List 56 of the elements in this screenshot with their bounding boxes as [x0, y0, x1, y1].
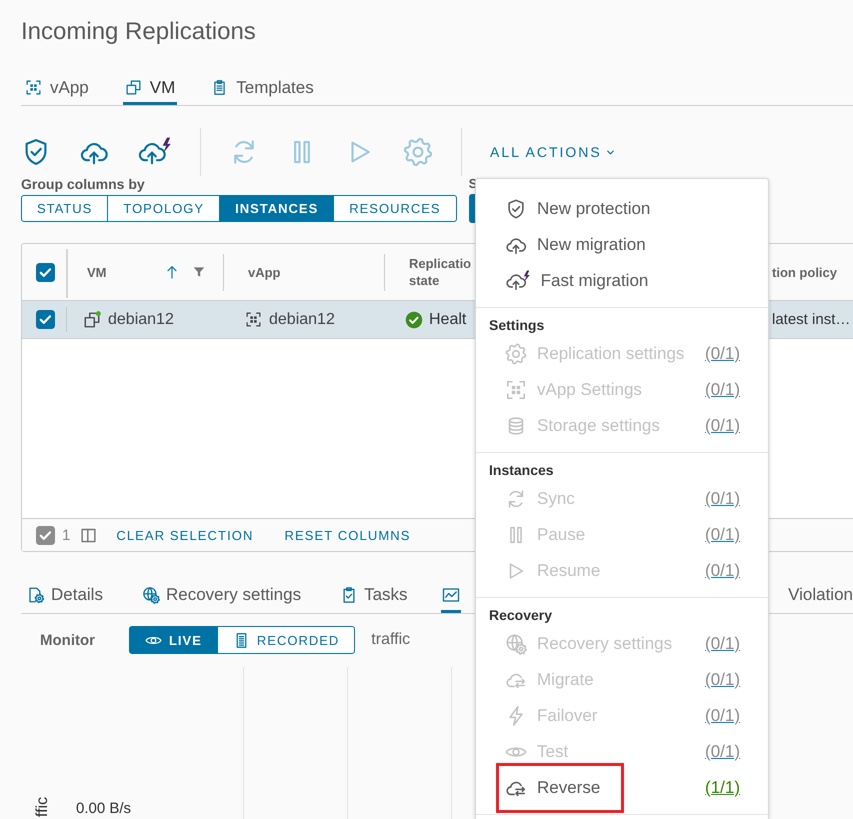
all-actions-button[interactable]: ALL ACTIONS — [490, 144, 616, 160]
columns-icon[interactable] — [80, 526, 98, 544]
globe-gear-icon — [505, 633, 527, 655]
group-by-option[interactable]: INSTANCES — [219, 195, 334, 222]
menu-section-title: Recovery — [488, 606, 554, 625]
menu-item[interactable]: New protection — [505, 191, 650, 227]
globe-gear-icon — [142, 586, 160, 604]
column-header[interactable]: VM — [87, 264, 106, 280]
detail-tab[interactable]: Tasks — [334, 576, 414, 613]
view-tab[interactable]: Templates — [209, 70, 316, 105]
filter-icon[interactable] — [192, 265, 206, 279]
cloud-upload-bolt-icon — [505, 270, 531, 292]
grid-icon — [25, 79, 42, 96]
mode-option[interactable]: LIVE — [128, 626, 218, 654]
count-link[interactable]: (1/1) — [705, 778, 740, 798]
cloud-upload-bolt-icon — [137, 137, 172, 167]
detail-tab[interactable]: Recovery settings — [136, 576, 308, 613]
column-header[interactable]: tion policy — [772, 264, 837, 280]
line-chart-icon — [442, 586, 460, 604]
axis-tick-label: 0.00 B/s — [76, 800, 132, 817]
grid-icon — [245, 311, 262, 328]
axis-title: ffic — [34, 796, 52, 818]
grid-icon — [505, 379, 527, 401]
menu-item[interactable]: New migration — [505, 227, 646, 263]
detail-tab[interactable]: Violation — [782, 576, 853, 613]
row-checkbox[interactable] — [36, 310, 55, 329]
toolbar-button[interactable] — [137, 137, 172, 167]
group-by-option[interactable]: TOPOLOGY — [107, 195, 220, 222]
reset-columns-button[interactable]: RESET COLUMNS — [284, 528, 411, 542]
view-tab[interactable]: VM — [122, 70, 178, 105]
document-gear-icon — [27, 586, 45, 604]
selected-count: 1 — [62, 526, 70, 544]
menu-section-title: Instances — [488, 461, 555, 480]
detail-tab[interactable]: Details — [21, 576, 109, 613]
clear-selection-button[interactable]: CLEAR SELECTION — [116, 528, 254, 542]
policy-text: latest inst… — [772, 311, 850, 328]
group-by-option[interactable]: RESOURCES — [333, 195, 457, 222]
settings-icon — [505, 343, 527, 365]
menu-section-title: Settings — [488, 316, 546, 335]
settings-icon — [403, 137, 433, 167]
vapp-name: debian12 — [269, 310, 335, 328]
view-tab[interactable]: vApp — [23, 70, 91, 105]
column-header[interactable]: vApp — [248, 264, 280, 280]
menu-item[interactable]: Fast migration — [505, 263, 648, 299]
mode-option[interactable]: RECORDED — [216, 626, 356, 654]
monitor-label: Monitor — [40, 632, 95, 648]
metric-label: traffic — [371, 631, 410, 649]
replication-state: Healt — [429, 310, 466, 328]
vm-name: debian12 — [108, 310, 174, 328]
checkbox-icon — [36, 526, 55, 544]
page-title: Incoming Replications — [21, 17, 257, 47]
select-all-checkbox[interactable] — [36, 262, 55, 282]
group-by-label: Group columns by — [21, 176, 146, 192]
menu-item[interactable]: Reverse — [505, 770, 600, 806]
overlapping-squares-icon — [124, 79, 142, 96]
group-by-option[interactable]: STATUS — [21, 195, 108, 222]
